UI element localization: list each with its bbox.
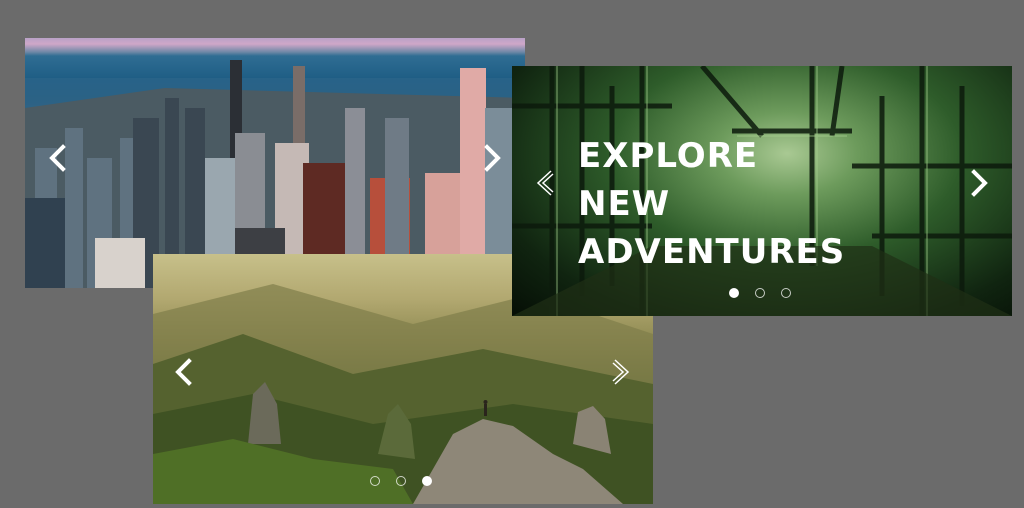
slide-dot-3[interactable] [422, 476, 432, 486]
mountain-next-arrow[interactable] [602, 352, 642, 392]
headline-line-1: EXPLORE [578, 136, 759, 176]
headline-line-2: NEW [578, 184, 671, 224]
adventures-image-slider: EXPLORE NEW ADVENTURES [512, 66, 1012, 316]
chevron-right-outline-icon [612, 359, 630, 385]
slide-dot-3[interactable] [781, 288, 791, 298]
chevron-right-icon [971, 169, 988, 197]
adventures-slide-dots [729, 288, 791, 298]
city-image-slider [25, 38, 525, 288]
city-skyline-image [25, 38, 525, 288]
city-prev-arrow[interactable] [37, 138, 77, 178]
slide-dot-2[interactable] [755, 288, 765, 298]
slide-dot-2[interactable] [396, 476, 406, 486]
slide-dot-1[interactable] [729, 288, 739, 298]
chevron-left-icon [175, 358, 192, 386]
slide-dot-1[interactable] [370, 476, 380, 486]
mountain-slide-dots [370, 476, 432, 486]
city-skyline-illustration [25, 60, 525, 288]
mountain-prev-arrow[interactable] [163, 352, 203, 392]
chevron-left-outline-icon [536, 170, 554, 196]
adventures-next-arrow[interactable] [960, 163, 1000, 203]
chevron-right-icon [484, 144, 501, 172]
adventures-prev-arrow[interactable] [524, 163, 564, 203]
chevron-left-icon [49, 144, 66, 172]
city-next-arrow[interactable] [473, 138, 513, 178]
headline: EXPLORE NEW ADVENTURES [578, 132, 845, 276]
headline-line-3: ADVENTURES [578, 232, 846, 272]
